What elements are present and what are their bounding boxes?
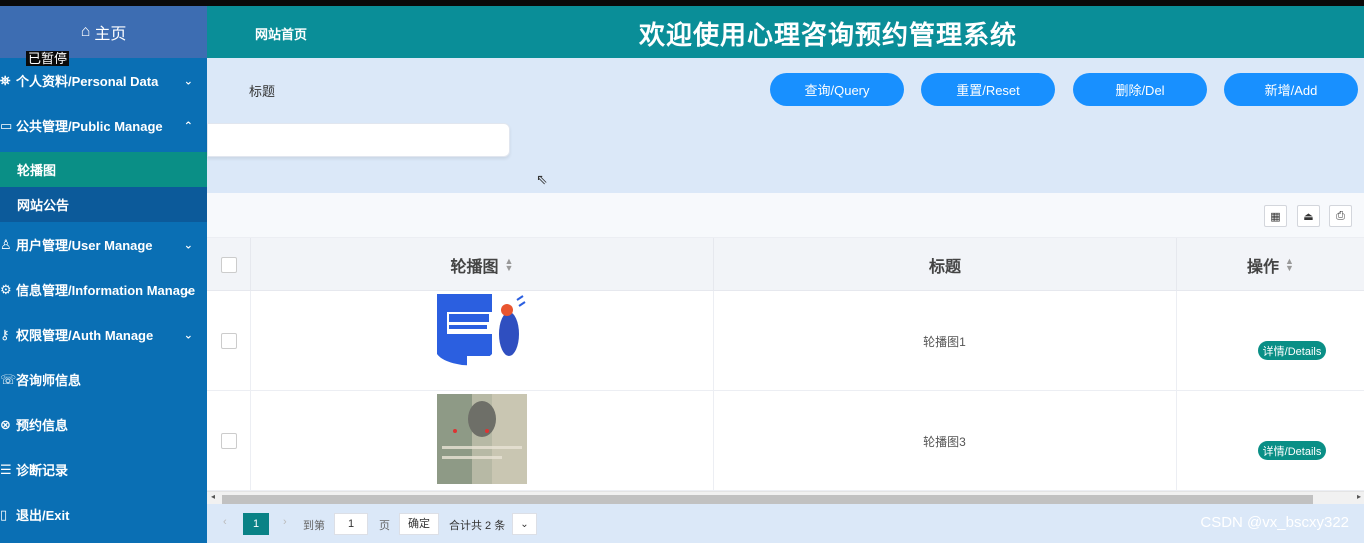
column-divider bbox=[1176, 391, 1177, 491]
column-header-actions[interactable]: 操作 ▲ ▼ bbox=[1176, 238, 1364, 291]
chevron-up-icon: ⌃ bbox=[183, 120, 193, 132]
scroll-right-icon[interactable]: ▸ bbox=[1357, 492, 1361, 501]
total-count: 合计共 2 条 bbox=[449, 520, 506, 532]
search-label: 标题 bbox=[249, 84, 276, 99]
exit-icon: ▯ bbox=[0, 506, 8, 522]
sidebar-item-label: 预约信息 bbox=[16, 418, 69, 433]
list-icon: ☰ bbox=[0, 461, 12, 477]
current-page[interactable]: 1 bbox=[243, 513, 269, 535]
home-label: 主页 bbox=[94, 26, 127, 43]
prev-page-icon[interactable]: ‹ bbox=[223, 516, 227, 528]
column-header-label: 标题 bbox=[928, 258, 961, 276]
export-icon[interactable]: ⏏ bbox=[1297, 205, 1320, 227]
sidebar-subitem-label: 轮播图 bbox=[17, 163, 57, 178]
key-icon: ⚷ bbox=[0, 326, 10, 342]
sort-icon[interactable]: ▲ ▼ bbox=[505, 256, 514, 272]
add-button[interactable]: 新增/Add bbox=[1224, 73, 1358, 106]
table-header: 轮播图 ▲ ▼ 标题 操作 ▲ ▼ bbox=[207, 238, 1364, 291]
sidebar-item-label: 用户管理/User Manage bbox=[16, 238, 153, 253]
sidebar-item-information-manage[interactable]: ⚙ 信息管理/Information Manage ⌄ bbox=[0, 267, 207, 312]
details-button[interactable]: 详情/Details bbox=[1258, 441, 1326, 460]
chat-icon: ☏ bbox=[0, 371, 17, 387]
home-icon: ⌂ bbox=[80, 23, 91, 40]
header: 网站首页 欢迎使用心理咨询预约管理系统 bbox=[207, 6, 1364, 58]
table-row: 轮播图3 详情/Details bbox=[207, 391, 1364, 491]
chevron-down-icon: ⌄ bbox=[520, 518, 529, 530]
sidebar-subitem-announcement[interactable]: 网站公告 bbox=[0, 187, 207, 222]
site-home-link[interactable]: 网站首页 bbox=[255, 24, 307, 43]
reset-button[interactable]: 重置/Reset bbox=[921, 73, 1055, 106]
sidebar-home[interactable]: ⌂ 主页 已暂停 bbox=[0, 6, 207, 66]
watermark: CSDN @vx_bscxy322 bbox=[1200, 514, 1349, 531]
carousel-thumbnail bbox=[437, 394, 527, 484]
sidebar-item-diagnosis-records[interactable]: ☰ 诊断记录 bbox=[0, 447, 207, 492]
pagination: ‹ 1 › 到第 1 页 确定 合计共 2 条 ⌄ CSDN @vx_bscxy… bbox=[207, 504, 1364, 543]
sidebar-item-public-manage[interactable]: ▭ 公共管理/Public Manage ⌃ bbox=[0, 103, 207, 148]
columns-icon[interactable]: ▦ bbox=[1264, 205, 1287, 227]
sidebar-item-label: 退出/Exit bbox=[16, 508, 70, 523]
sidebar-item-personal-data[interactable]: ⛯ 个人资料/Personal Data ⌄ bbox=[0, 58, 207, 103]
sidebar-item-label: 公共管理/Public Manage bbox=[16, 119, 163, 134]
delete-button[interactable]: 删除/Del bbox=[1073, 73, 1207, 106]
search-area: 标题 查询/Query 重置/Reset 删除/Del 新增/Add bbox=[207, 58, 1364, 193]
sidebar-item-label: 咨询师信息 bbox=[16, 373, 82, 388]
sidebar: ⌂ 主页 已暂停 ⛯ 个人资料/Personal Data ⌄ ▭ 公共管理/P… bbox=[0, 6, 207, 543]
row-checkbox[interactable] bbox=[221, 333, 237, 349]
sidebar-item-exit[interactable]: ▯ 退出/Exit bbox=[0, 492, 207, 537]
sidebar-item-appointment-info[interactable]: ⊗ 预约信息 bbox=[0, 402, 207, 447]
carousel-thumbnail bbox=[437, 294, 527, 384]
sidebar-item-auth-manage[interactable]: ⚷ 权限管理/Auth Manage ⌄ bbox=[0, 312, 207, 357]
column-divider bbox=[1176, 291, 1177, 391]
page-unit-label: 页 bbox=[379, 520, 390, 532]
table-row: 轮播图1 详情/Details bbox=[207, 291, 1364, 391]
details-button[interactable]: 详情/Details bbox=[1258, 341, 1326, 360]
chevron-down-icon: ⌄ bbox=[183, 239, 193, 251]
print-icon[interactable]: ⎙ bbox=[1329, 205, 1352, 227]
select-all-checkbox[interactable] bbox=[221, 257, 237, 273]
goto-page-input[interactable]: 1 bbox=[334, 513, 368, 535]
table-toolbar: ▦ ⏏ ⎙ bbox=[207, 193, 1364, 238]
column-header-label: 操作 bbox=[1247, 258, 1280, 276]
sidebar-item-counselor-info[interactable]: ☏ 咨询师信息 bbox=[0, 357, 207, 402]
mouse-cursor-icon: ⇖ bbox=[536, 171, 548, 187]
settings-icon: ⚙ bbox=[0, 281, 12, 297]
user-card-icon: ⛯ bbox=[0, 72, 11, 88]
page-size-select[interactable]: ⌄ bbox=[512, 513, 537, 535]
monitor-icon: ▭ bbox=[0, 117, 13, 133]
chevron-down-icon: ⌄ bbox=[183, 75, 193, 87]
scroll-left-icon[interactable]: ◂ bbox=[211, 492, 215, 501]
column-header-title: 标题 bbox=[713, 238, 1176, 291]
query-button[interactable]: 查询/Query bbox=[770, 73, 904, 106]
search-input[interactable] bbox=[207, 123, 510, 157]
column-header-label: 轮播图 bbox=[450, 258, 499, 276]
scrollbar-thumb[interactable] bbox=[222, 495, 1313, 504]
page-title: 欢迎使用心理咨询预约管理系统 bbox=[639, 20, 1018, 50]
row-checkbox[interactable] bbox=[221, 433, 237, 449]
chevron-down-icon: ⌄ bbox=[183, 284, 193, 296]
sidebar-subitem-label: 网站公告 bbox=[17, 198, 70, 213]
user-icon: ♙ bbox=[0, 236, 12, 252]
sidebar-subitem-carousel[interactable]: 轮播图 bbox=[0, 152, 207, 187]
next-page-icon[interactable]: › bbox=[283, 516, 287, 528]
row-title: 轮播图1 bbox=[923, 335, 966, 349]
table-panel: ▦ ⏏ ⎙ 轮播图 ▲ ▼ 标题 操作 ▲ ▼ 轮播图1 详情/Details … bbox=[207, 193, 1364, 503]
sidebar-item-label: 信息管理/Information Manage bbox=[16, 283, 196, 298]
horizontal-scrollbar[interactable]: ◂ ▸ bbox=[207, 491, 1364, 504]
sidebar-item-label: 权限管理/Auth Manage bbox=[16, 328, 154, 343]
chevron-down-icon: ⌄ bbox=[183, 329, 193, 341]
goto-label: 到第 bbox=[303, 520, 325, 532]
confirm-button[interactable]: 确定 bbox=[399, 513, 439, 535]
row-title: 轮播图3 bbox=[923, 435, 966, 449]
calendar-icon: ⊗ bbox=[0, 416, 11, 432]
sidebar-item-label: 诊断记录 bbox=[16, 463, 69, 478]
sidebar-item-label: 个人资料/Personal Data bbox=[16, 74, 159, 89]
column-divider bbox=[250, 391, 251, 491]
sort-icon[interactable]: ▲ ▼ bbox=[1285, 256, 1294, 272]
column-divider bbox=[250, 291, 251, 391]
sidebar-item-user-manage[interactable]: ♙ 用户管理/User Manage ⌄ bbox=[0, 222, 207, 267]
column-header-carousel[interactable]: 轮播图 ▲ ▼ bbox=[250, 238, 713, 291]
